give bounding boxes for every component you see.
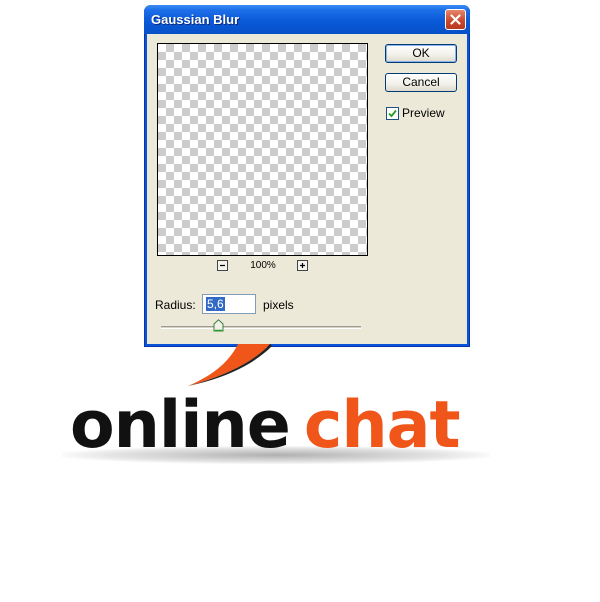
ok-button[interactable]: OK	[385, 44, 457, 63]
dialog-body: 100% Radius: 5,6 pixels OK Cancel Previe…	[147, 34, 467, 344]
gaussian-blur-dialog: Gaussian Blur 100% Radius: 5,6 pixels OK…	[144, 5, 470, 347]
close-icon	[450, 14, 461, 25]
checkmark-icon	[388, 109, 397, 118]
speech-swoosh-icon	[188, 344, 272, 386]
radius-slider-track[interactable]	[161, 326, 361, 329]
close-button[interactable]	[445, 9, 466, 30]
zoom-out-button[interactable]	[217, 260, 228, 271]
zoom-in-icon	[300, 263, 305, 268]
logo-word-chat: chat	[303, 388, 461, 463]
radius-input[interactable]: 5,6	[202, 294, 256, 314]
dialog-title: Gaussian Blur	[151, 12, 240, 27]
slider-thumb-icon[interactable]	[213, 319, 224, 332]
preview-label[interactable]: Preview	[402, 106, 445, 120]
logo-word-online: online	[70, 388, 291, 463]
online-chat-logo: online chat	[70, 386, 461, 466]
radius-unit-label: pixels	[263, 298, 294, 312]
preview-area[interactable]	[157, 43, 368, 256]
zoom-in-button[interactable]	[297, 260, 308, 271]
radius-value: 5,6	[206, 297, 225, 311]
title-bar[interactable]: Gaussian Blur	[144, 5, 470, 34]
cancel-button[interactable]: Cancel	[385, 73, 457, 92]
zoom-level: 100%	[250, 260, 276, 271]
preview-checkbox[interactable]	[386, 107, 399, 120]
radius-label: Radius:	[155, 298, 196, 312]
zoom-out-icon	[220, 264, 225, 267]
